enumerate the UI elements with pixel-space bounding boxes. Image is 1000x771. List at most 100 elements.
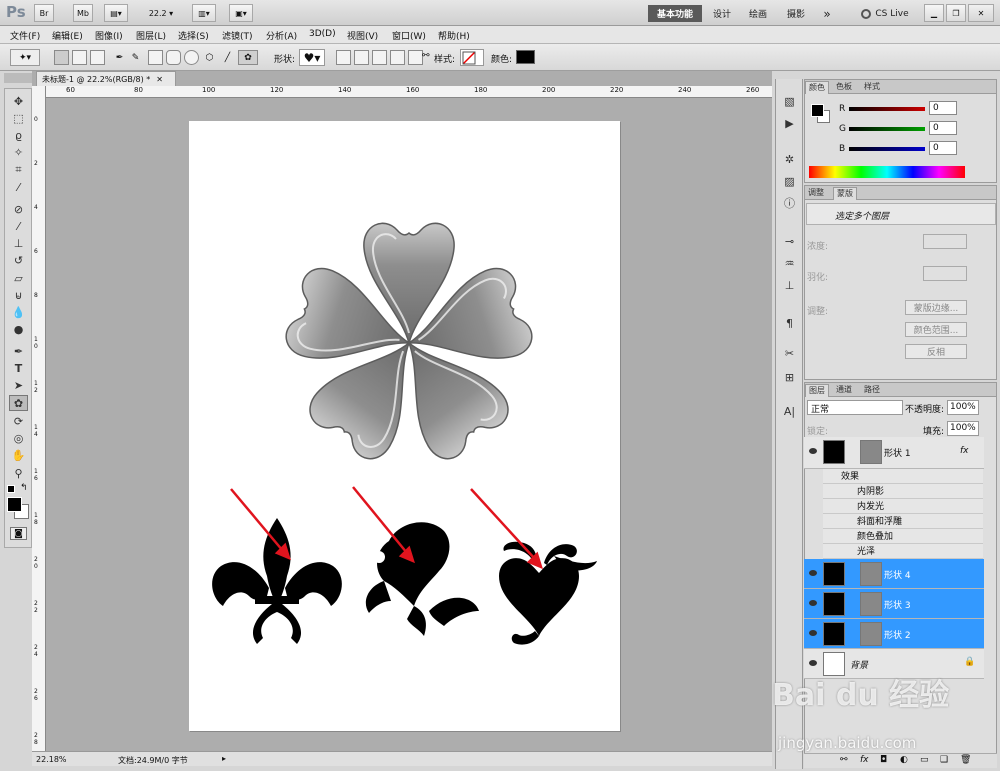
effect-bevel-emboss[interactable]: 斜面和浮雕 [823,514,983,529]
tab-styles[interactable]: 样式 [861,81,883,94]
history-panel-button[interactable]: ▧ [780,93,799,109]
eyedropper-tool[interactable]: ⁄ [9,179,28,195]
link-layers-icon[interactable]: ⚯ [840,755,848,765]
opacity-input[interactable]: 100% [947,400,979,415]
tab-channels[interactable]: 通道 [833,384,855,397]
blur-tool[interactable]: 💧 [9,304,28,320]
paint-bucket-tool[interactable]: ⊌ [9,287,28,303]
foreground-color[interactable] [7,497,22,512]
menu-image[interactable]: 图像(I) [95,29,123,42]
fx-icon[interactable]: fx [960,446,969,456]
color-swatch[interactable] [516,50,535,64]
zoom-tool[interactable]: ⚲ [9,465,28,481]
layer-row-shape-2[interactable]: 形状 2 [804,619,984,649]
invert-button[interactable]: 反相 [905,344,967,359]
hand-tool[interactable]: ✋ [9,447,28,463]
subtract-from-shape-area[interactable] [372,50,387,65]
color-ramp[interactable] [809,166,965,178]
document-canvas[interactable] [189,121,620,731]
tab-layers[interactable]: 图层 [805,384,829,397]
workspace-photography[interactable]: 摄影 [782,5,810,22]
effects-header[interactable]: 效果 [823,469,983,484]
default-colors-icon[interactable] [7,485,15,493]
channel-r-slider[interactable] [849,107,925,111]
channel-b-input[interactable]: 0 [929,141,957,155]
history-brush-tool[interactable]: ↺ [9,252,28,268]
menu-filter[interactable]: 滤镜(T) [222,29,253,42]
minimize-button[interactable]: ▁ [924,4,944,22]
menu-view[interactable]: 视图(V) [347,29,378,42]
color-range-button[interactable]: 颜色范围... [905,322,967,337]
close-tab-icon[interactable]: ✕ [156,75,163,84]
restore-button[interactable]: ❐ [946,4,966,22]
quick-mask-button[interactable]: ◙ [10,527,27,540]
3d-orbit-tool[interactable]: ◎ [9,430,28,446]
pen-tool[interactable]: ✒ [9,343,28,359]
animation-panel-button[interactable]: ⊥ [780,277,799,293]
tab-adjustments[interactable]: 调整 [805,187,827,200]
menu-window[interactable]: 窗口(W) [392,29,426,42]
fill-input[interactable]: 100% [947,421,979,436]
info-panel-button[interactable]: ⓘ [780,195,799,211]
rounded-rectangle-option[interactable] [166,50,181,65]
zoom-level[interactable]: 22.18% [36,755,67,764]
ellipse-option[interactable] [184,50,199,65]
style-picker[interactable] [460,49,484,66]
brush-panel-button[interactable]: ✲ [780,151,799,167]
minibridge-button[interactable]: Mb [73,4,93,22]
document-tab[interactable]: 未标题-1 @ 22.2%(RGB/8) * ✕ [36,71,176,86]
pen-tool-option[interactable]: ✒ [112,50,127,65]
measurement-panel-button[interactable]: ⊞ [780,369,799,385]
move-tool[interactable]: ✥ [9,93,28,109]
bridge-button[interactable]: Br [34,4,54,22]
cs-live-button[interactable]: CS Live [856,5,914,22]
rectangle-option[interactable] [148,50,163,65]
workspace-design[interactable]: 设计 [708,5,736,22]
channel-g-slider[interactable] [849,127,925,131]
effect-color-overlay[interactable]: 颜色叠加 [823,529,983,544]
freeform-pen-option[interactable]: ✎ [128,50,143,65]
view-extras-button[interactable]: ▤▾ [104,4,128,22]
eye-icon[interactable] [808,659,818,667]
new-group-icon[interactable]: ▭ [920,755,929,765]
mask-edge-button[interactable]: 蒙版边缘... [905,300,967,315]
screen-mode-button[interactable]: ▣▾ [229,4,253,22]
link-icon[interactable]: ⚯ [422,51,430,61]
shape-picker[interactable]: ♥▾ [299,49,325,66]
delete-layer-icon[interactable]: 🗑 [960,755,971,765]
navigator-panel-button[interactable]: ▨ [780,173,799,189]
menu-help[interactable]: 帮助(H) [438,29,470,42]
paths-mode[interactable] [72,50,87,65]
close-button[interactable]: ✕ [968,4,994,22]
blend-mode-select[interactable]: 正常 [807,400,903,415]
tab-color[interactable]: 颜色 [805,81,829,94]
eraser-tool[interactable]: ▱ [9,270,28,286]
tool-presets-panel-button[interactable]: ♒ [780,255,799,271]
menu-file[interactable]: 文件(F) [10,29,40,42]
tool-preset-picker[interactable]: ✦▾ [10,49,40,66]
menu-select[interactable]: 选择(S) [178,29,209,42]
workspace-painting[interactable]: 绘画 [744,5,772,22]
custom-shape-option[interactable]: ✿ [238,50,258,65]
channel-r-input[interactable]: 0 [929,101,957,115]
eye-icon[interactable] [808,569,818,577]
crop-tool[interactable]: ⌗ [9,162,28,178]
healing-brush-tool[interactable]: ⊘ [9,201,28,217]
density-input[interactable] [923,234,967,249]
zoom-combo[interactable]: 22.2 ▾ [144,4,178,22]
dodge-tool[interactable]: ● [9,321,28,337]
quick-selection-tool[interactable]: ✧ [9,144,28,160]
paragraph-panel-button[interactable]: ¶ [780,315,799,331]
tab-masks[interactable]: 蒙版 [833,187,857,200]
eye-icon[interactable] [808,447,818,455]
exclude-overlapping-areas[interactable] [408,50,423,65]
more-workspaces-button[interactable]: » [818,5,836,22]
effect-satin[interactable]: 光泽 [823,544,983,559]
marquee-tool[interactable]: ⬚ [9,110,28,126]
layer-row-shape-3[interactable]: 形状 3 [804,589,984,619]
fill-pixels-mode[interactable] [90,50,105,65]
lasso-tool[interactable]: ϱ [9,127,28,143]
foreground-swatch[interactable] [811,104,824,117]
clone-stamp-tool[interactable]: ⊥ [9,235,28,251]
workspace-essentials[interactable]: 基本功能 [648,5,702,22]
